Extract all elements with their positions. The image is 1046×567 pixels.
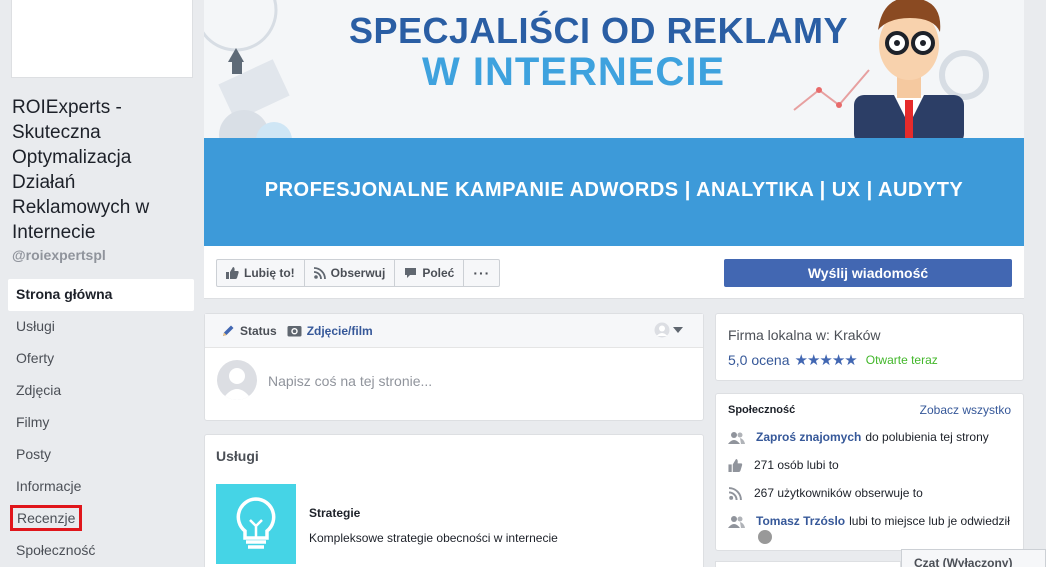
share-button[interactable]: Poleć [395, 260, 465, 286]
invite-text: do polubienia tej strony [865, 430, 989, 444]
page-title: ROIExperts - Skuteczna Optymalizacja Dzi… [12, 97, 150, 243]
nav-item-videos[interactable]: Filmy [8, 407, 194, 439]
send-message-button[interactable]: Wyślij wiadomość [724, 259, 1012, 287]
share-icon [405, 268, 417, 278]
user-silhouette-icon [654, 322, 670, 338]
avatar [217, 360, 257, 400]
thumbs-up-icon [728, 458, 743, 472]
lightbulb-icon [236, 497, 276, 549]
camera-icon [287, 326, 302, 337]
rss-icon [313, 267, 326, 279]
nav-item-offers[interactable]: Oferty [8, 343, 194, 375]
follow-button[interactable]: Obserwuj [305, 260, 396, 286]
open-status: Otwarte teraz [865, 353, 938, 367]
post-composer: Status Zdjęcie/film Napisz coś na tej st… [204, 313, 704, 421]
nav-item-about[interactable]: Informacje [8, 471, 194, 503]
page-info-card: Firma lokalna w: Kraków 5,0 ocena ★★★★★ … [715, 313, 1024, 381]
thumbs-up-icon [226, 267, 239, 279]
chat-bar[interactable]: Czat (Wyłączony) [901, 549, 1046, 567]
tab-status[interactable]: Status [221, 324, 277, 338]
composer-tabs: Status Zdjęcie/film [205, 314, 703, 348]
caret-down-icon [673, 327, 683, 333]
followers-count: 267 użytkowników obserwuje to [754, 486, 923, 500]
rss-icon [728, 486, 742, 500]
community-title: Społeczność [728, 404, 796, 416]
service-description: Kompleksowe strategie obecności w intern… [309, 531, 558, 545]
share-label: Poleć [422, 266, 455, 280]
service-thumbnail[interactable] [216, 484, 296, 564]
cover-title-line1: SPECJALIŚCI OD REKLAMY [349, 10, 849, 51]
invite-friends-link[interactable]: Zaproś znajomych [756, 430, 861, 444]
community-card: Społeczność Zobacz wszystko Zaproś znajo… [715, 393, 1024, 551]
more-button[interactable]: ··· [464, 260, 499, 286]
friends-icon [728, 431, 745, 444]
cover-subtitle: PROFESJONALNE KAMPANIE ADWORDS | ANALYTI… [264, 179, 964, 201]
cover-title-line2: W INTERNECIE [422, 50, 726, 94]
follow-label: Obserwuj [330, 266, 386, 280]
tab-photo-video[interactable]: Zdjęcie/film [287, 324, 373, 338]
pencil-icon [223, 325, 234, 336]
nav-item-reviews[interactable]: Recenzje [8, 503, 194, 535]
tab-photo-label: Zdjęcie/film [306, 323, 373, 338]
cover-photo[interactable]: SPECJALIŚCI OD REKLAMY W INTERNECIE PROF… [204, 0, 1024, 246]
composer-input[interactable]: Napisz coś na tej stronie... [268, 373, 432, 389]
action-button-group: Lubię to! Obserwuj Poleć ··· [216, 259, 501, 287]
likes-row: 271 osób lubi to [728, 458, 839, 472]
invite-row: Zaproś znajomych do polubienia tej stron… [728, 430, 989, 444]
like-button[interactable]: Lubię to! [217, 260, 305, 286]
avatar[interactable] [757, 529, 773, 545]
nav-item-home[interactable]: Strona główna [8, 279, 194, 311]
page-nav: Strona główna Usługi Oferty Zdjęcia Film… [8, 279, 194, 567]
nav-item-photos[interactable]: Zdjęcia [8, 375, 194, 407]
followers-row: 267 użytkowników obserwuje to [728, 486, 923, 500]
person-activity-text: lubi to miejsce lub je odwiedził [849, 514, 1010, 528]
profile-picture[interactable] [11, 0, 193, 78]
star-rating-icon: ★★★★★ [794, 352, 858, 369]
services-card: Usługi Strategie Kompleksowe strategie o… [204, 434, 704, 567]
nav-item-reviews-label: Recenzje [10, 505, 83, 531]
nav-item-services[interactable]: Usługi [8, 311, 194, 343]
rating-row[interactable]: 5,0 ocena ★★★★★ Otwarte teraz [728, 351, 938, 369]
composer-body[interactable]: Napisz coś na tej stronie... [205, 348, 703, 420]
nav-item-posts[interactable]: Posty [8, 439, 194, 471]
default-avatar-icon [222, 368, 252, 400]
likes-count: 271 osób lubi to [754, 458, 839, 472]
friends-icon [728, 515, 745, 528]
page-handle[interactable]: @roiexpertspl [12, 247, 106, 263]
nav-item-community[interactable]: Społeczność [8, 535, 194, 567]
like-label: Lubię to! [244, 266, 295, 280]
audience-selector[interactable] [654, 322, 683, 338]
friend-activity-row: Tomasz Trzóslo lubi to miejsce lub je od… [728, 514, 1010, 528]
next-card [715, 561, 901, 567]
see-all-link[interactable]: Zobacz wszystko [920, 403, 1011, 417]
service-name[interactable]: Strategie [309, 506, 360, 520]
rating-text: 5,0 ocena [728, 352, 790, 368]
page-action-bar: Lubię to! Obserwuj Poleć ··· Wyślij wiad… [204, 246, 1024, 299]
person-link[interactable]: Tomasz Trzóslo [756, 514, 845, 528]
more-icon: ··· [473, 265, 491, 281]
tab-status-label: Status [240, 323, 277, 338]
cover-band: PROFESJONALNE KAMPANIE ADWORDS | ANALYTI… [204, 138, 1024, 246]
services-title: Usługi [216, 448, 259, 464]
business-category: Firma lokalna w: Kraków [728, 327, 881, 343]
